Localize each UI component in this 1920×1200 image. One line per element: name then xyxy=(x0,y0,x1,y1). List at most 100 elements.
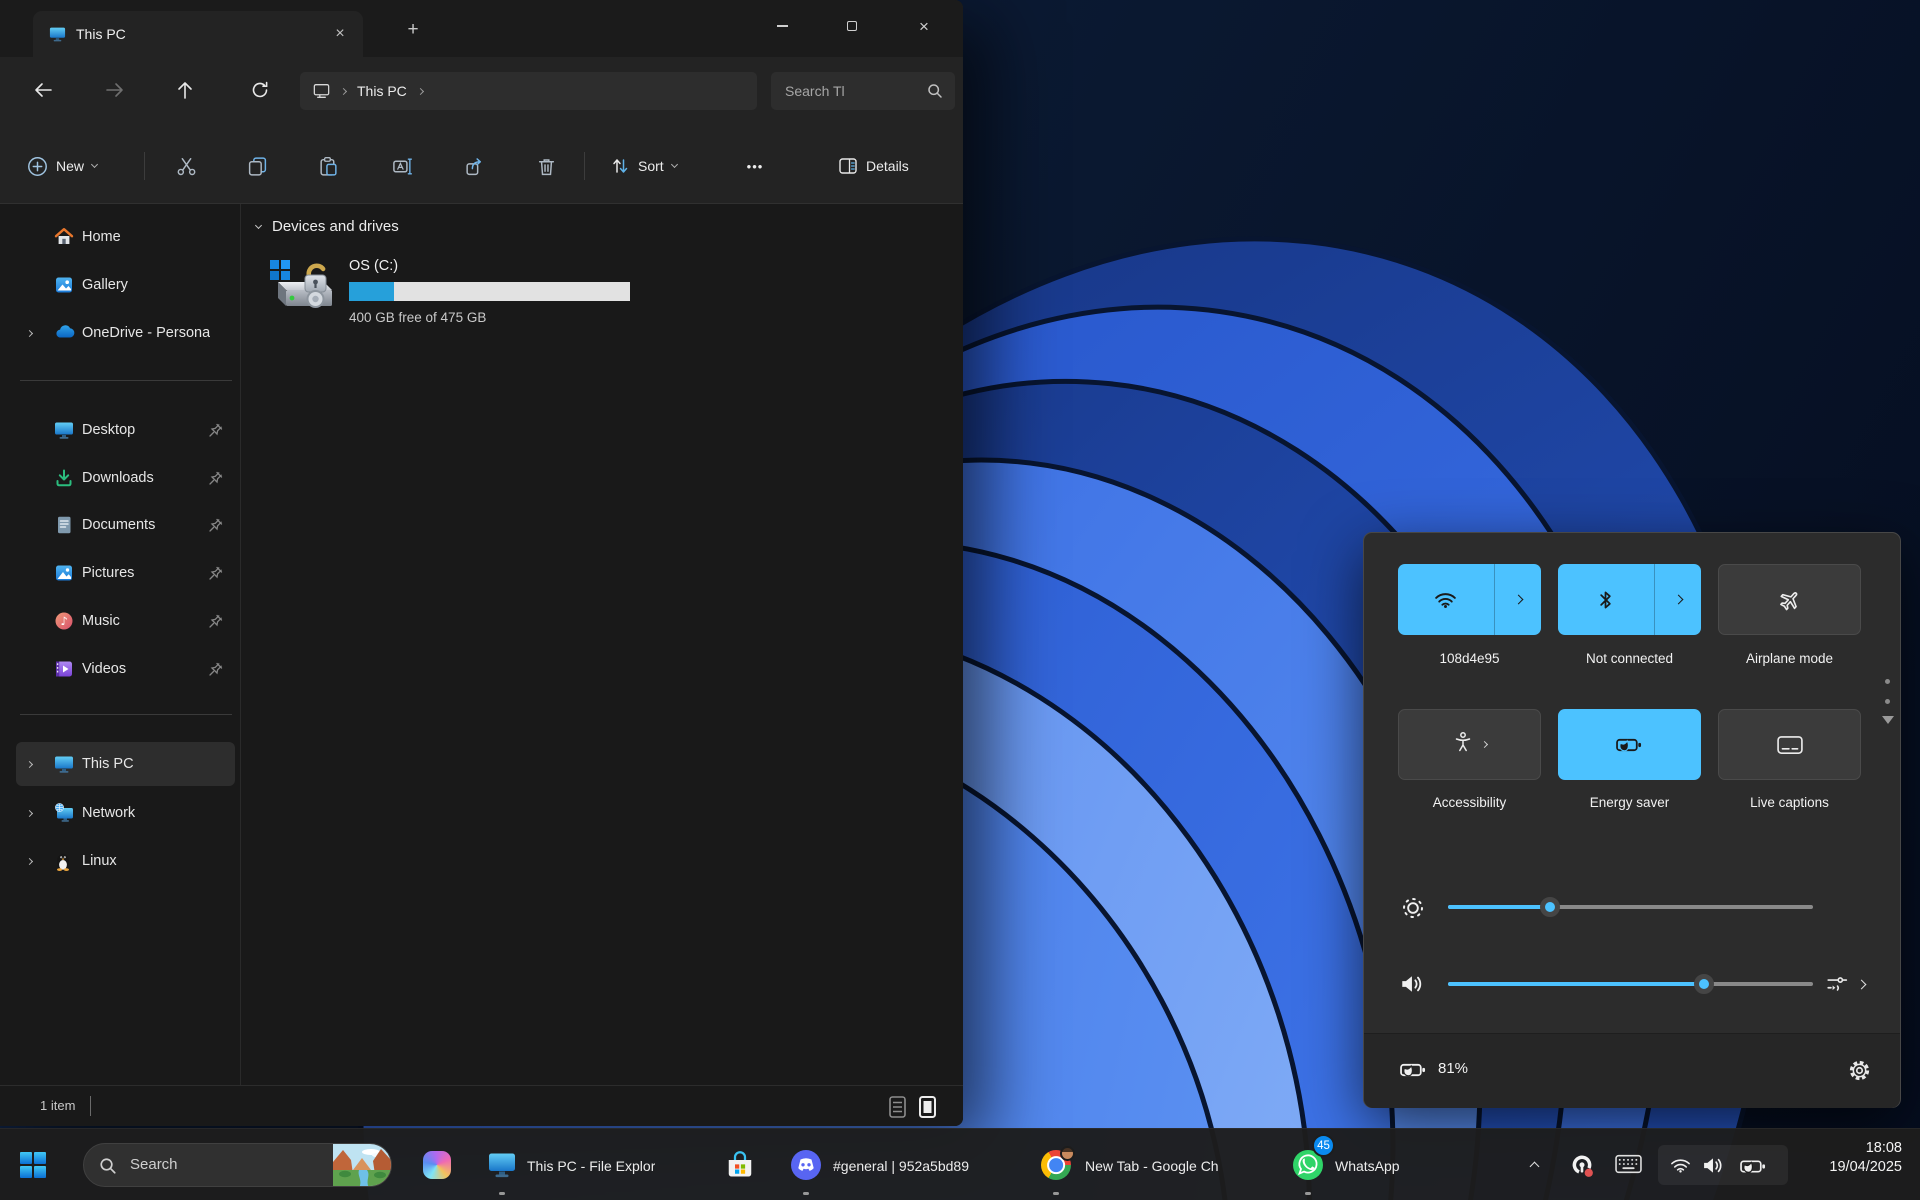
drive-item-os-c[interactable]: OS (C:) 400 GB free of 475 GB xyxy=(256,250,686,334)
pane-divider[interactable] xyxy=(240,204,241,1085)
sort-button[interactable]: Sort xyxy=(610,146,677,186)
explorer-titlebar[interactable]: This PC × + × xyxy=(0,0,963,57)
volume-expand-chevron[interactable] xyxy=(1857,980,1867,990)
copy-button[interactable] xyxy=(237,146,277,186)
new-button-label: New xyxy=(56,158,84,174)
clock-time: 18:08 xyxy=(1829,1139,1902,1158)
system-tray-cluster[interactable] xyxy=(1658,1145,1788,1185)
touch-keyboard-icon[interactable] xyxy=(1615,1154,1642,1174)
audio-output-icon[interactable] xyxy=(1826,975,1848,1000)
qs-page-down-arrow[interactable] xyxy=(1882,716,1894,724)
pin-icon xyxy=(208,566,223,581)
details-pane-button[interactable]: Details xyxy=(838,146,909,186)
brightness-slider[interactable] xyxy=(1448,905,1813,909)
paste-button[interactable] xyxy=(308,146,348,186)
sidebar-item-linux[interactable]: Linux xyxy=(16,839,235,883)
up-button[interactable] xyxy=(165,70,205,110)
search-box[interactable]: Search Tl xyxy=(771,72,955,110)
tab-close-icon[interactable]: × xyxy=(325,20,355,48)
large-icons-view-button[interactable] xyxy=(914,1093,940,1120)
brightness-fill xyxy=(1448,905,1550,909)
whatsapp-badge: 45 xyxy=(1312,1134,1335,1157)
energy-saver-tile[interactable] xyxy=(1558,709,1701,780)
breadcrumb-chevron[interactable] xyxy=(417,87,424,94)
refresh-button[interactable] xyxy=(240,70,280,110)
sidebar-item-videos[interactable]: Videos xyxy=(16,647,235,691)
sidebar-item-desktop[interactable]: Desktop xyxy=(16,408,235,452)
explorer-tab[interactable]: This PC × xyxy=(33,11,363,57)
sidebar-item-gallery[interactable]: Gallery xyxy=(16,263,235,307)
devices-and-drives-header[interactable]: Devices and drives xyxy=(256,218,399,235)
quick-settings-panel: 108d4e95 Not connected Airplane mode Acc… xyxy=(1363,532,1901,1108)
taskbar-clock[interactable]: 18:08 19/04/2025 xyxy=(1829,1139,1902,1177)
new-button[interactable]: New xyxy=(27,146,97,186)
sort-dropdown-chevron xyxy=(671,161,678,168)
openvpn-tray-icon[interactable] xyxy=(1570,1154,1594,1178)
taskbar-file-explorer-label[interactable]: This PC - File Explor xyxy=(527,1158,655,1174)
delete-button[interactable] xyxy=(526,146,566,186)
sidebar-item-this-pc[interactable]: This PC xyxy=(16,742,235,786)
taskbar-discord-icon[interactable] xyxy=(791,1150,821,1180)
rename-button[interactable] xyxy=(382,146,422,186)
sidebar-item-home[interactable]: Home xyxy=(16,215,235,259)
sidebar-item-network[interactable]: Network xyxy=(16,791,235,835)
cut-button[interactable] xyxy=(166,146,206,186)
sidebar-item-onedrive[interactable]: OneDrive - Persona xyxy=(16,311,235,355)
sidebar-item-pictures[interactable]: Pictures xyxy=(16,551,235,595)
sidebar-item-music[interactable]: ♪ Music xyxy=(16,599,235,643)
copilot-icon[interactable] xyxy=(423,1151,451,1179)
start-button[interactable] xyxy=(20,1152,47,1179)
brightness-thumb[interactable] xyxy=(1540,897,1560,917)
more-options-icon: ••• xyxy=(747,159,764,174)
wifi-expand-chevron[interactable] xyxy=(1494,564,1541,635)
item-count: 1 item xyxy=(40,1098,75,1113)
expand-chevron[interactable] xyxy=(26,760,33,767)
airplane-mode-tile[interactable] xyxy=(1718,564,1861,635)
search-icon xyxy=(99,1157,117,1175)
documents-icon xyxy=(54,515,74,535)
back-button[interactable] xyxy=(23,70,63,110)
wifi-tile[interactable] xyxy=(1398,564,1541,635)
qs-page-dot[interactable] xyxy=(1885,699,1890,704)
bluetooth-tile[interactable] xyxy=(1558,564,1701,635)
qs-settings-gear-icon[interactable] xyxy=(1847,1058,1872,1088)
onedrive-icon xyxy=(54,323,74,343)
taskbar-search[interactable]: Search xyxy=(83,1143,392,1187)
taskbar-discord-label[interactable]: #general | 952a5bd89 xyxy=(833,1158,969,1174)
copy-icon xyxy=(247,156,268,177)
tray-overflow-chevron-icon[interactable] xyxy=(1530,1162,1540,1172)
desktop-icon xyxy=(54,420,74,440)
more-options-button[interactable]: ••• xyxy=(735,146,775,186)
share-button[interactable] xyxy=(454,146,494,186)
forward-button[interactable] xyxy=(94,70,134,110)
bluetooth-expand-chevron[interactable] xyxy=(1654,564,1701,635)
expand-chevron[interactable] xyxy=(26,809,33,816)
live-captions-tile[interactable] xyxy=(1718,709,1861,780)
maximize-button[interactable] xyxy=(829,6,875,46)
address-bar[interactable]: This PC xyxy=(300,72,757,110)
taskbar-chrome-label[interactable]: New Tab - Google Ch xyxy=(1085,1158,1219,1174)
battery-saver-icon[interactable] xyxy=(1400,1061,1427,1084)
taskbar-whatsapp-label[interactable]: WhatsApp xyxy=(1335,1158,1400,1174)
taskbar-store-icon[interactable] xyxy=(725,1150,755,1180)
details-view-button[interactable] xyxy=(884,1093,910,1120)
status-divider xyxy=(90,1096,91,1116)
new-tab-button[interactable]: + xyxy=(395,14,431,46)
sidebar-item-downloads[interactable]: Downloads xyxy=(16,456,235,500)
expand-chevron[interactable] xyxy=(26,857,33,864)
volume-thumb[interactable] xyxy=(1694,974,1714,994)
close-button[interactable]: × xyxy=(901,6,947,46)
running-indicator xyxy=(1305,1192,1311,1195)
sidebar-item-documents[interactable]: Documents xyxy=(16,503,235,547)
search-highlight-image[interactable] xyxy=(333,1144,391,1187)
expand-chevron[interactable] xyxy=(26,329,33,336)
collapse-chevron-icon[interactable] xyxy=(255,221,262,228)
taskbar-file-explorer-icon[interactable] xyxy=(487,1150,517,1180)
volume-slider[interactable] xyxy=(1448,982,1813,986)
breadcrumb-location[interactable]: This PC xyxy=(357,83,407,99)
delete-icon xyxy=(536,156,557,177)
minimize-button[interactable] xyxy=(759,6,805,46)
qs-page-dot[interactable] xyxy=(1885,679,1890,684)
accessibility-tile[interactable] xyxy=(1398,709,1541,780)
toolbar-separator xyxy=(584,152,585,180)
